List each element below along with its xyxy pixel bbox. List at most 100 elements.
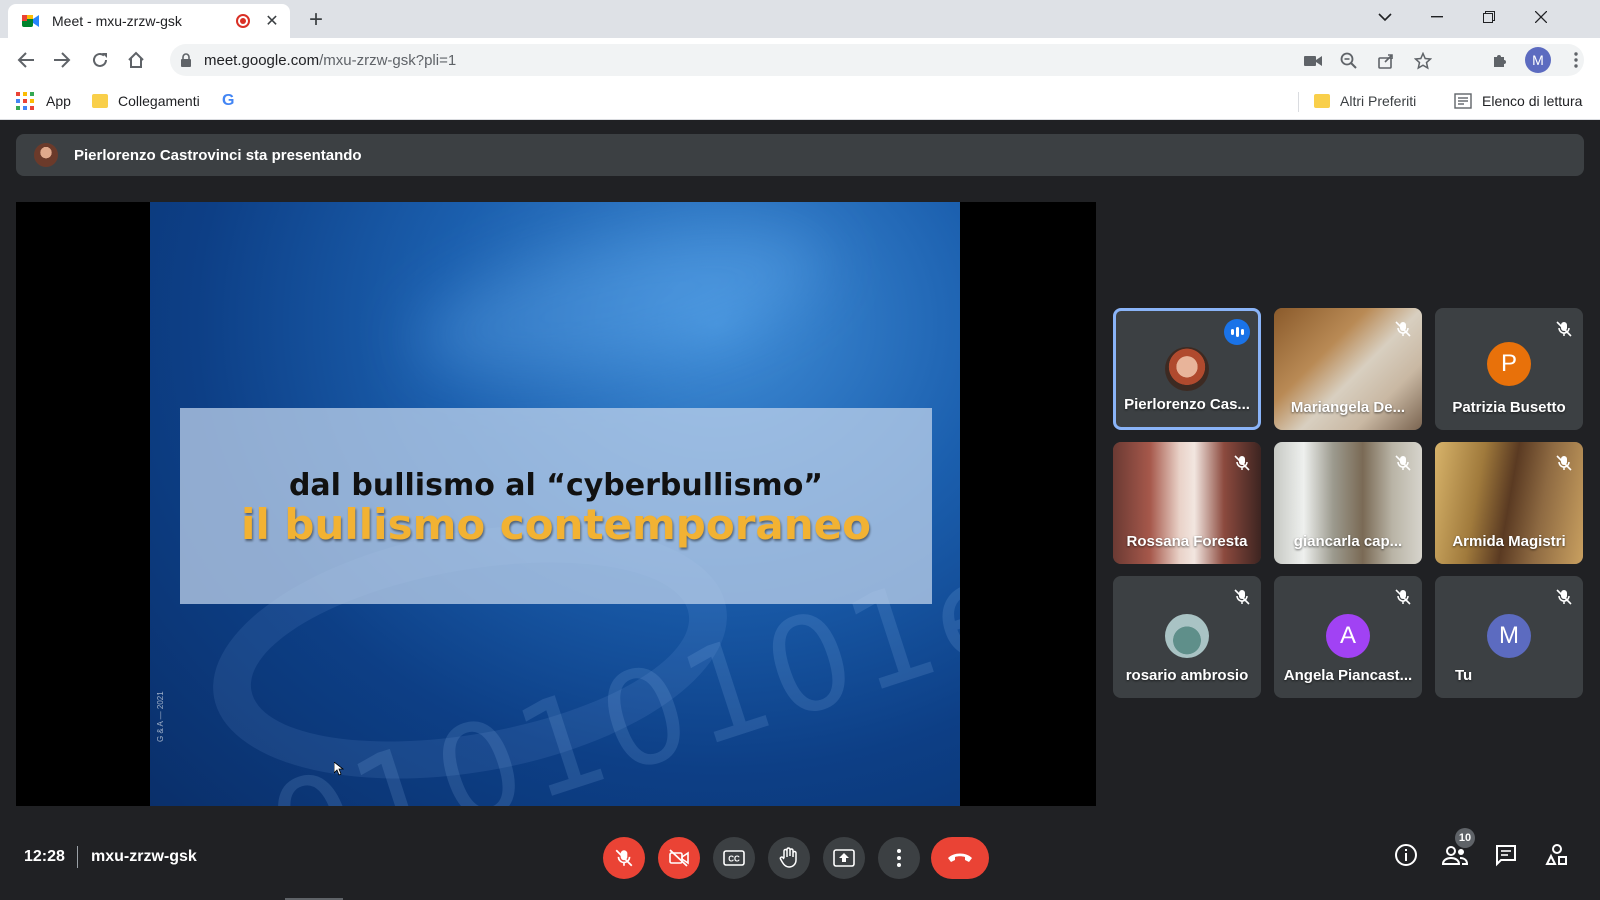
presenter-text: Pierlorenzo Castrovinci sta presentando bbox=[74, 146, 362, 164]
participant-name: giancarla cap... bbox=[1293, 533, 1403, 550]
bookmark-collegamenti-label: Collegamenti bbox=[118, 93, 200, 109]
tab-close-icon[interactable]: ✕ bbox=[264, 11, 280, 31]
participant-name: Rossana Foresta bbox=[1126, 533, 1248, 550]
minimize-button[interactable] bbox=[1412, 0, 1462, 34]
presenter-avatar bbox=[34, 143, 58, 167]
lock-icon bbox=[181, 53, 191, 67]
participant-name: Mariangela De... bbox=[1290, 399, 1406, 416]
participant-tile[interactable]: rosario ambrosio bbox=[1113, 576, 1261, 698]
forward-icon[interactable] bbox=[48, 46, 76, 74]
folder-icon bbox=[92, 94, 108, 108]
slide-subtitle: dal bullismo al “cyberbullismo” bbox=[288, 468, 824, 503]
divider bbox=[77, 846, 78, 868]
restore-button[interactable] bbox=[1464, 0, 1514, 34]
activities-shapes-icon bbox=[1545, 844, 1567, 865]
camera-toggle-button[interactable] bbox=[658, 837, 700, 879]
browser-tab-strip: Meet - mxu-zrzw-gsk ✕ + bbox=[0, 0, 1600, 38]
reading-list[interactable]: Elenco di lettura bbox=[1454, 90, 1582, 112]
participant-avatar bbox=[1165, 614, 1209, 658]
info-icon bbox=[1395, 844, 1417, 866]
participant-count-badge: 10 bbox=[1455, 828, 1475, 848]
raise-hand-icon bbox=[779, 847, 797, 868]
menu-kebab-icon[interactable] bbox=[1562, 46, 1590, 74]
camera-in-use-icon[interactable] bbox=[1302, 50, 1324, 72]
more-options-button[interactable] bbox=[878, 837, 920, 879]
presentation-slide: 01010101e101 dal bullismo al “cyberbulli… bbox=[150, 202, 960, 808]
browser-tab[interactable]: Meet - mxu-zrzw-gsk ✕ bbox=[8, 4, 290, 38]
participant-tile[interactable]: Pierlorenzo Cas... bbox=[1113, 308, 1261, 430]
bookmark-altri-preferiti[interactable]: Altri Preferiti bbox=[1314, 90, 1416, 112]
profile-avatar[interactable]: M bbox=[1524, 46, 1552, 74]
chat-button[interactable] bbox=[1491, 840, 1521, 870]
bookmark-divider bbox=[1298, 92, 1299, 112]
close-window-button[interactable] bbox=[1516, 0, 1566, 34]
share-icon[interactable] bbox=[1375, 50, 1397, 72]
bookmark-altri-preferiti-label: Altri Preferiti bbox=[1340, 93, 1417, 109]
present-screen-button[interactable] bbox=[823, 837, 865, 879]
mic-off-icon bbox=[1556, 455, 1572, 471]
participant-name: rosario ambrosio bbox=[1125, 667, 1249, 684]
participant-tile[interactable]: P Patrizia Busetto bbox=[1435, 308, 1583, 430]
tab-title: Meet - mxu-zrzw-gsk bbox=[52, 13, 182, 29]
participant-name: Patrizia Busetto bbox=[1452, 399, 1566, 416]
hang-up-icon bbox=[948, 853, 972, 862]
participant-name: Tu bbox=[1455, 667, 1473, 684]
svg-text:CC: CC bbox=[728, 855, 740, 864]
zoom-icon[interactable] bbox=[1338, 50, 1360, 72]
activities-button[interactable] bbox=[1542, 840, 1572, 870]
participant-tile[interactable]: giancarla cap... bbox=[1274, 442, 1422, 564]
mic-off-icon bbox=[1395, 321, 1411, 337]
apps-grid-icon bbox=[16, 92, 34, 110]
reload-icon[interactable] bbox=[86, 46, 114, 74]
reading-list-label: Elenco di lettura bbox=[1482, 93, 1583, 109]
mouse-cursor-icon bbox=[334, 762, 344, 776]
bookmark-google[interactable]: G bbox=[222, 90, 234, 112]
meet-window: Pierlorenzo Castrovinci sta presentando … bbox=[0, 120, 1600, 900]
bookmark-apps[interactable]: App bbox=[16, 90, 71, 112]
tab-search-icon[interactable] bbox=[1360, 0, 1410, 34]
participant-initial-avatar: M bbox=[1487, 614, 1531, 658]
speaking-indicator-icon bbox=[1224, 319, 1250, 345]
bookmark-apps-label: App bbox=[46, 93, 71, 109]
leave-call-button[interactable] bbox=[931, 837, 989, 879]
captions-button[interactable]: CC bbox=[713, 837, 755, 879]
mic-off-icon bbox=[1234, 589, 1250, 605]
address-bar[interactable]: meet.google.com/mxu-zrzw-gsk?pli=1 bbox=[170, 44, 1584, 76]
browser-toolbar: meet.google.com/mxu-zrzw-gsk?pli=1 M bbox=[0, 38, 1600, 82]
mic-toggle-button[interactable] bbox=[603, 837, 645, 879]
meeting-code: mxu-zrzw-gsk bbox=[91, 848, 197, 865]
mic-off-icon bbox=[1395, 455, 1411, 471]
bookmark-collegamenti[interactable]: Collegamenti bbox=[92, 90, 200, 112]
profile-initial: M bbox=[1525, 47, 1551, 73]
participant-name: Angela Piancast... bbox=[1283, 667, 1413, 684]
bookmark-star-icon[interactable] bbox=[1412, 50, 1434, 72]
mic-off-icon bbox=[1556, 321, 1572, 337]
slide-glow bbox=[402, 202, 838, 405]
home-icon[interactable] bbox=[122, 46, 150, 74]
url-host: meet.google.com bbox=[204, 51, 320, 69]
new-tab-button[interactable]: + bbox=[302, 6, 330, 34]
present-screen-icon bbox=[833, 849, 855, 867]
participant-avatar bbox=[1165, 347, 1209, 391]
participant-initial-avatar: A bbox=[1326, 614, 1370, 658]
raise-hand-button[interactable] bbox=[768, 837, 810, 879]
extensions-icon[interactable] bbox=[1486, 46, 1514, 74]
meeting-clock: 12:28 bbox=[24, 848, 65, 865]
presenter-banner: Pierlorenzo Castrovinci sta presentando bbox=[16, 134, 1584, 176]
back-icon[interactable] bbox=[12, 46, 40, 74]
participant-initial-avatar: P bbox=[1487, 342, 1531, 386]
participant-tile[interactable]: Mariangela De... bbox=[1274, 308, 1422, 430]
mic-off-icon bbox=[1556, 589, 1572, 605]
bookmarks-bar: App Collegamenti G Altri Preferiti Elenc… bbox=[0, 82, 1600, 120]
participant-tile[interactable]: M Tu bbox=[1435, 576, 1583, 698]
slide-title: il bullismo contemporaneo bbox=[241, 500, 871, 549]
slide-credit: G & A — 2021 bbox=[156, 691, 165, 742]
reading-list-icon bbox=[1454, 93, 1472, 109]
closed-captions-icon: CC bbox=[723, 850, 745, 866]
google-g-icon: G bbox=[222, 92, 235, 109]
participant-tile[interactable]: A Angela Piancast... bbox=[1274, 576, 1422, 698]
presentation-stage[interactable]: 01010101e101 dal bullismo al “cyberbulli… bbox=[16, 202, 1096, 808]
participant-tile[interactable]: Armida Magistri bbox=[1435, 442, 1583, 564]
participant-tile[interactable]: Rossana Foresta bbox=[1113, 442, 1261, 564]
meeting-details-button[interactable] bbox=[1391, 840, 1421, 870]
